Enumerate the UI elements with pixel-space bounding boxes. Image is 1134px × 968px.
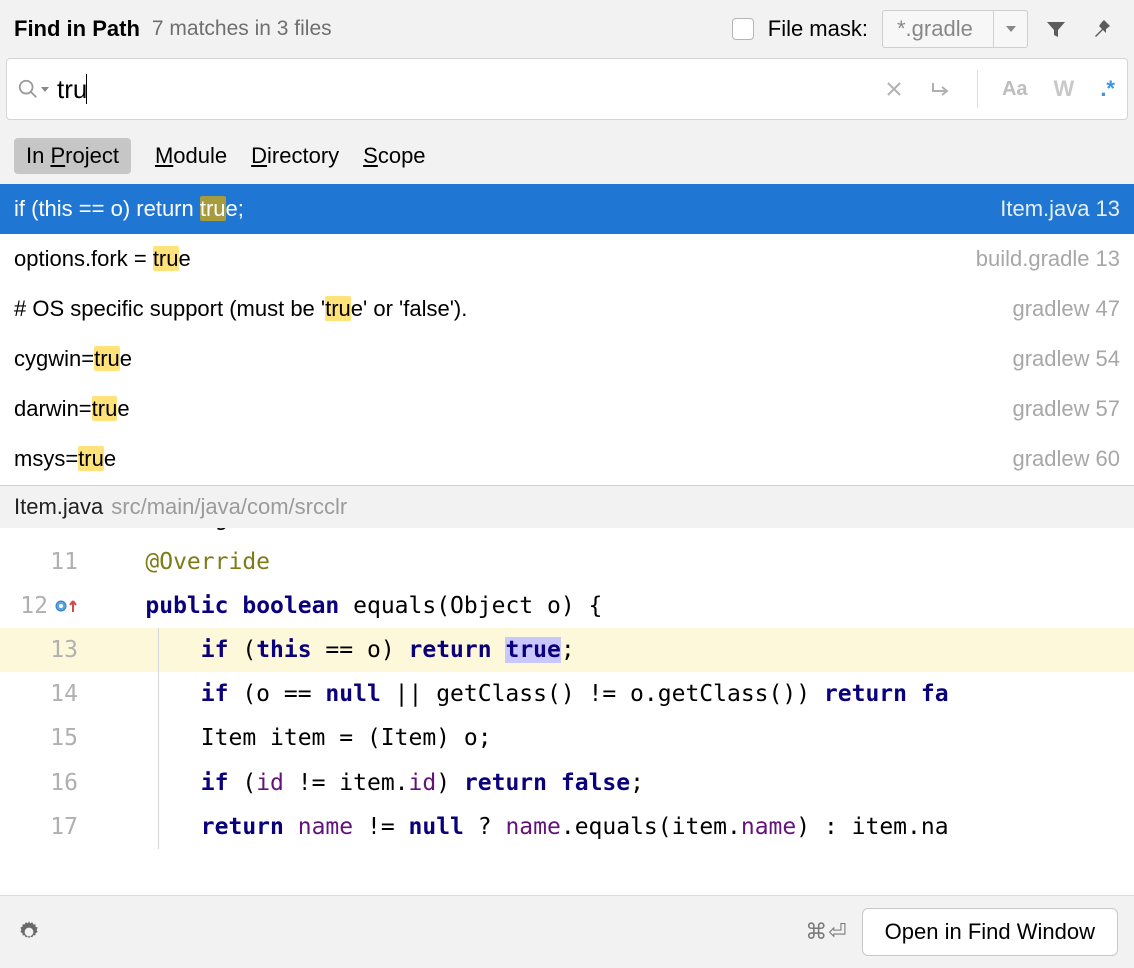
gear-icon[interactable]	[16, 919, 42, 945]
result-row[interactable]: if (this == o) return true; Item.java13	[0, 184, 1134, 234]
pin-icon[interactable]	[1084, 13, 1120, 45]
newline-icon[interactable]	[921, 73, 961, 105]
whole-word-toggle[interactable]: W	[1046, 70, 1083, 108]
text-cursor	[86, 74, 87, 104]
code-line: 15 Item item = (Item) o;	[0, 716, 1134, 760]
line-number: 12	[14, 584, 48, 628]
result-row[interactable]: # OS specific support (must be 'true' or…	[0, 284, 1134, 334]
line-number: 17	[44, 805, 78, 849]
search-input[interactable]: tru	[49, 74, 877, 105]
open-in-find-window-button[interactable]: Open in Find Window	[862, 908, 1118, 956]
clear-icon[interactable]	[877, 74, 911, 104]
file-mask-dropdown[interactable]: *.gradle	[882, 10, 1028, 48]
result-row[interactable]: cygwin=true gradlew54	[0, 334, 1134, 384]
line-number: 14	[44, 672, 78, 716]
scope-tab-directory[interactable]: Directory	[251, 143, 339, 169]
scope-tab-module[interactable]: Module	[155, 143, 227, 169]
code-line: 16 if (id != item.id) return false;	[0, 761, 1134, 805]
results-list: if (this == o) return true; Item.java13 …	[0, 184, 1134, 485]
result-row[interactable]: msys=true gradlew60	[0, 434, 1134, 484]
override-gutter-icon[interactable]	[54, 599, 78, 613]
code-line: 17 return name != null ? name.equals(ite…	[0, 805, 1134, 849]
scope-tab-scope[interactable]: Scope	[363, 143, 425, 169]
line-number: 13	[44, 628, 78, 672]
result-row[interactable]: options.fork = true build.gradle13	[0, 234, 1134, 284]
line-number: 11	[44, 540, 78, 584]
code-line: 13 if (this == o) return true;	[0, 628, 1134, 672]
code-line: 14 if (o == null || getClass() != o.getC…	[0, 672, 1134, 716]
preview-file-path: src/main/java/com/srcclr	[111, 494, 347, 520]
file-mask-checkbox[interactable]	[732, 18, 754, 40]
line-number: 16	[44, 761, 78, 805]
preview-header: Item.java src/main/java/com/srcclr	[0, 485, 1134, 528]
dialog-header: Find in Path 7 matches in 3 files File m…	[0, 0, 1134, 54]
scope-tab-project[interactable]: In Project	[14, 138, 131, 174]
code-line: 10 String name;	[0, 528, 1134, 540]
shortcut-hint: ⌘⏎	[805, 919, 847, 945]
find-in-path-dialog: Find in Path 7 matches in 3 files File m…	[0, 0, 1134, 968]
code-line: 11 @Override	[0, 540, 1134, 584]
code-preview[interactable]: 10 String name; 11 @Override 12 public b…	[0, 528, 1134, 895]
chevron-down-icon	[41, 87, 49, 92]
search-bar: tru Aa W .*	[6, 58, 1128, 120]
match-count: 7 matches in 3 files	[152, 17, 332, 41]
search-query-text: tru	[57, 74, 87, 105]
scope-tabs: In Project Module Directory Scope	[0, 124, 1134, 184]
file-mask-value: *.gradle	[883, 11, 993, 47]
regex-toggle[interactable]: .*	[1092, 70, 1123, 108]
chevron-down-icon	[993, 11, 1027, 47]
line-number: 15	[44, 716, 78, 760]
code-line: 12 public boolean equals(Object o) {	[0, 584, 1134, 628]
match-case-toggle[interactable]: Aa	[994, 72, 1036, 107]
filter-icon[interactable]	[1038, 13, 1074, 45]
dialog-footer: ⌘⏎ Open in Find Window	[0, 895, 1134, 968]
separator	[977, 70, 978, 108]
dialog-title: Find in Path	[14, 16, 140, 42]
file-mask-label: File mask:	[768, 16, 868, 42]
line-number: 10	[44, 528, 78, 540]
preview-file-name: Item.java	[14, 494, 103, 520]
result-row[interactable]: darwin=true gradlew57	[0, 384, 1134, 434]
search-icon[interactable]	[17, 78, 49, 100]
